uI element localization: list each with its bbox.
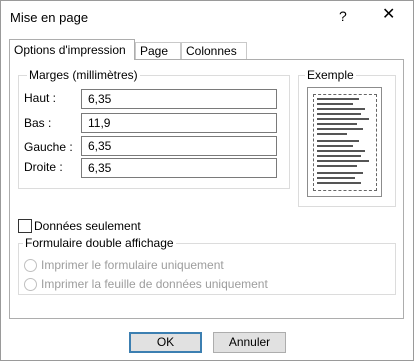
- split-form-group-label: Formulaire double affichage: [23, 236, 176, 250]
- dialog-title: Mise en page: [10, 10, 89, 25]
- print-form-only-radio[interactable]: [24, 259, 37, 272]
- tab-page[interactable]: Page: [135, 42, 181, 59]
- preview-text-line: [317, 108, 365, 110]
- preview-text-line: [317, 145, 353, 147]
- left-margin-input[interactable]: 6,35: [81, 136, 277, 156]
- right-margin-value: 6,35: [88, 161, 112, 175]
- data-only-checkbox[interactable]: [18, 219, 32, 233]
- preview-text-line: [317, 177, 355, 179]
- ok-button-label: OK: [156, 335, 175, 349]
- bottom-margin-input[interactable]: 11,9: [81, 113, 277, 133]
- preview-text-line: [317, 140, 359, 142]
- preview-text-line: [317, 113, 361, 115]
- bottom-margin-label: Bas :: [24, 116, 52, 130]
- print-datasheet-only-radio[interactable]: [24, 278, 37, 291]
- top-margin-label: Haut :: [24, 91, 57, 105]
- tab-columns[interactable]: Colonnes: [181, 42, 247, 59]
- page-preview-image: [307, 87, 382, 197]
- tab-label: Colonnes: [186, 44, 237, 58]
- margins-group-label: Marges (millimètres): [27, 68, 140, 82]
- print-form-only-label: Imprimer le formulaire uniquement: [41, 258, 224, 272]
- preview-text-line: [317, 103, 353, 105]
- preview-text-line: [317, 182, 361, 184]
- print-datasheet-only-label: Imprimer la feuille de données uniquemen…: [41, 277, 268, 291]
- close-icon[interactable]: ✕: [382, 7, 395, 23]
- cancel-button[interactable]: Annuler: [213, 332, 286, 353]
- preview-text-line: [317, 123, 357, 125]
- tab-label: Options d'impression: [14, 43, 126, 57]
- right-margin-label: Droite :: [24, 160, 63, 174]
- example-group-label: Exemple: [305, 68, 356, 82]
- preview-text-line: [317, 172, 363, 174]
- left-margin-value: 6,35: [88, 139, 112, 153]
- page-setup-dialog: Mise en page ? ✕ Options d'impression Pa…: [0, 0, 414, 361]
- preview-text-line: [317, 165, 357, 167]
- tab-print-options[interactable]: Options d'impression: [9, 39, 135, 60]
- left-margin-label: Gauche :: [24, 140, 73, 154]
- preview-text-line: [317, 150, 365, 152]
- tab-label: Page: [140, 44, 169, 58]
- cancel-button-label: Annuler: [228, 335, 271, 349]
- preview-text-line: [317, 128, 363, 130]
- preview-text-line: [317, 98, 359, 100]
- top-margin-value: 6,35: [88, 92, 112, 106]
- preview-text-line: [317, 160, 369, 162]
- preview-margin-outline: [313, 94, 377, 191]
- help-button[interactable]: ?: [339, 8, 347, 24]
- top-margin-input[interactable]: 6,35: [81, 89, 277, 109]
- preview-text-line: [317, 118, 369, 120]
- preview-text-line: [317, 133, 347, 135]
- right-margin-input[interactable]: 6,35: [81, 158, 277, 178]
- preview-text-line: [317, 155, 361, 157]
- ok-button[interactable]: OK: [129, 332, 202, 353]
- bottom-margin-value: 11,9: [88, 116, 111, 130]
- data-only-label: Données seulement: [34, 219, 141, 233]
